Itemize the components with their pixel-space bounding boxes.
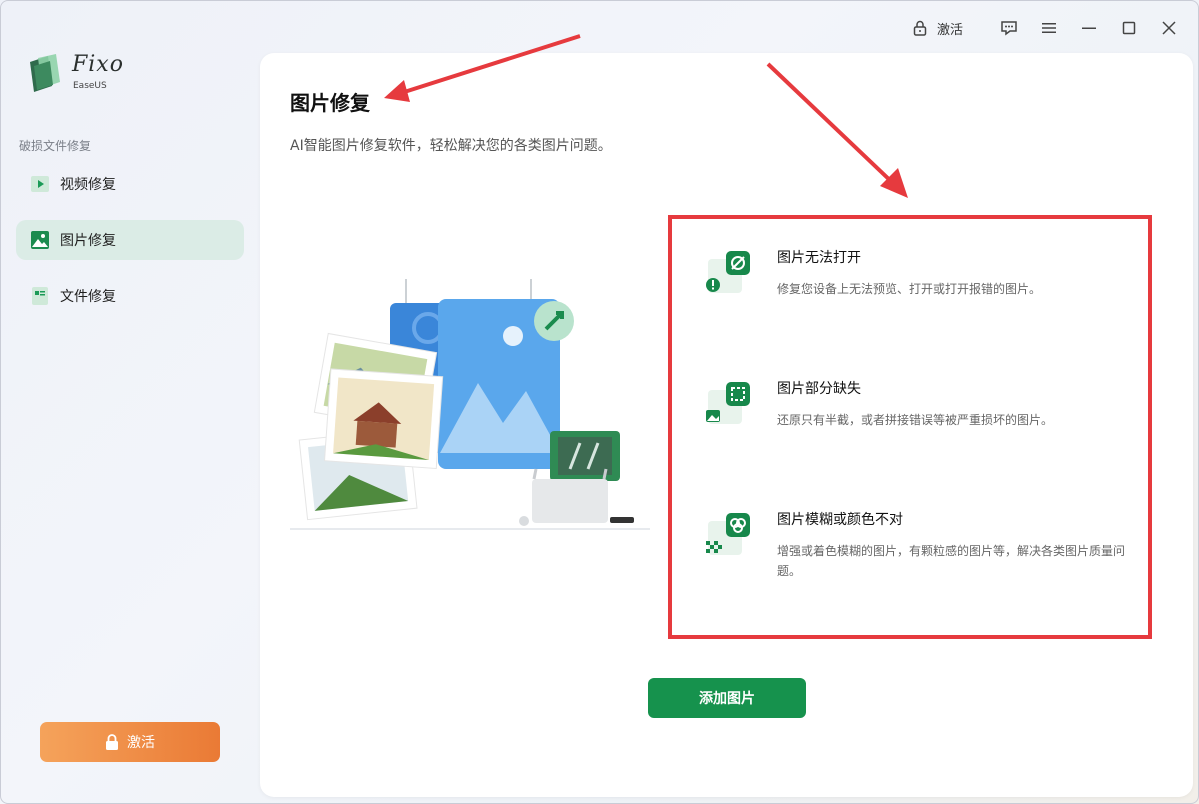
sidebar-item-photo-repair[interactable]: 图片修复 [16, 220, 244, 260]
maximize-button[interactable] [1109, 14, 1149, 42]
sidebar-item-label: 视频修复 [60, 177, 116, 193]
feature-title: 图片模糊或颜色不对 [777, 512, 903, 528]
title-bar: 激活 [913, 14, 1199, 42]
image-cannot-open-icon [706, 251, 750, 293]
feature-description: 还原只有半截，或者拼接错误等被严重损坏的图片。 [777, 413, 1054, 427]
close-icon [1162, 21, 1176, 35]
topbar-activate-button[interactable]: 激活 [913, 19, 963, 38]
image-blurry-icon [706, 513, 750, 555]
app-logo: Fixo EaseUS [26, 50, 166, 98]
image-icon [31, 231, 49, 249]
menu-icon [1042, 23, 1056, 33]
feature-title: 图片部分缺失 [777, 381, 861, 397]
maximize-icon [1122, 21, 1136, 35]
sidebar-item-label: 图片修复 [60, 233, 116, 249]
minimize-button[interactable] [1069, 14, 1109, 42]
close-button[interactable] [1149, 14, 1189, 42]
sidebar-activate-button[interactable]: 激活 [40, 722, 220, 762]
activate-label: 激活 [127, 735, 155, 751]
main-panel: 图片修复 AI智能图片修复软件，轻松解决您的各类图片问题。 图片无法打开 修复您… [260, 53, 1193, 797]
lock-icon [106, 734, 118, 750]
feedback-button[interactable] [989, 14, 1029, 42]
photo-repair-illustration [290, 279, 650, 530]
feedback-icon [1001, 21, 1017, 36]
feature-description: 修复您设备上无法预览、打开或打开报错的图片。 [777, 282, 1042, 296]
sidebar-item-file-repair[interactable]: 文件修复 [16, 276, 244, 316]
features-highlight-box: 图片无法打开 修复您设备上无法预览、打开或打开报错的图片。 图片部分缺失 还原只… [668, 215, 1152, 639]
topbar-activate-label: 激活 [936, 22, 963, 38]
minimize-icon [1082, 27, 1096, 29]
video-play-icon [31, 176, 49, 192]
feature-title: 图片无法打开 [777, 250, 861, 266]
lock-icon [913, 20, 927, 36]
page-title: 图片修复 [290, 91, 370, 115]
app-name: Fixo [72, 52, 124, 77]
add-image-button[interactable]: 添加图片 [648, 678, 806, 718]
menu-button[interactable] [1029, 14, 1069, 42]
feature-description: 增强或着色模糊的图片，有颗粒感的图片等，解决各类图片质量问题。 [777, 544, 1126, 578]
sidebar-section-label: 破损文件修复 [19, 139, 92, 153]
document-icon [32, 287, 48, 305]
fixo-logo-icon [30, 54, 60, 92]
app-vendor: EaseUS [73, 81, 107, 91]
sidebar-item-label: 文件修复 [60, 289, 116, 305]
image-partial-missing-icon [706, 382, 750, 424]
page-subtitle: AI智能图片修复软件，轻松解决您的各类图片问题。 [290, 138, 612, 154]
sidebar-item-video-repair[interactable]: 视频修复 [16, 164, 244, 204]
